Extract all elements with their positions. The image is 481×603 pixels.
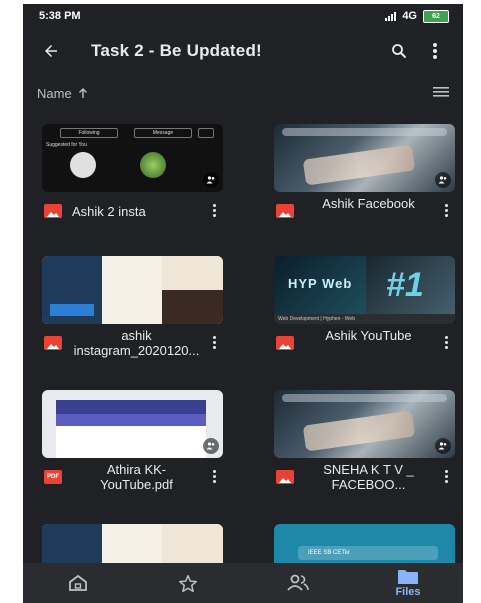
thumb-ieee-text: IEEE SB CETkr xyxy=(298,546,438,560)
image-file-icon xyxy=(276,204,294,218)
shared-badge xyxy=(435,172,451,188)
status-icons: 4G 62 xyxy=(385,9,449,23)
pdf-file-icon: PDF xyxy=(44,470,62,484)
file-more-button[interactable] xyxy=(213,336,217,351)
file-more-button[interactable] xyxy=(445,470,449,485)
image-file-icon xyxy=(44,336,62,350)
app-bar: Task 2 - Be Updated! xyxy=(23,28,463,74)
sort-by-name-button[interactable]: Name xyxy=(37,86,88,101)
sort-label: Name xyxy=(37,85,72,101)
file-card-footer: Ashik Facebook xyxy=(274,192,455,234)
status-time: 5:38 PM xyxy=(39,10,81,22)
file-thumbnail[interactable] xyxy=(42,256,223,324)
file-card-footer: Ashik YouTube xyxy=(274,324,455,366)
folder-icon xyxy=(398,569,418,584)
file-card-footer: Ashik 2 insta xyxy=(42,192,223,234)
back-arrow-icon xyxy=(45,45,57,57)
shared-badge xyxy=(203,438,219,454)
nav-files[interactable]: Files xyxy=(378,563,438,603)
file-thumbnail[interactable] xyxy=(274,390,455,458)
search-button[interactable] xyxy=(381,33,417,69)
file-card-footer: PDF Athira KK-YouTube.pdf xyxy=(42,458,223,500)
people-icon xyxy=(206,176,215,184)
people-icon xyxy=(438,442,447,450)
thumb-caption: Web Development | Hyphen - Web xyxy=(274,314,455,324)
thumb-following-label: Following xyxy=(60,128,118,138)
nav-starred[interactable] xyxy=(158,563,218,603)
back-button[interactable] xyxy=(33,33,69,69)
image-file-icon xyxy=(276,336,294,350)
bottom-navigation: Files xyxy=(23,563,463,603)
people-icon xyxy=(438,176,447,184)
people-icon xyxy=(206,442,215,450)
battery-level: 62 xyxy=(432,12,440,20)
thumb-suggested-label: Suggested for You xyxy=(46,142,87,148)
folder-title: Task 2 - Be Updated! xyxy=(91,41,262,60)
file-card[interactable]: PDF Athira KK-YouTube.pdf xyxy=(42,390,223,500)
image-file-icon xyxy=(276,470,294,484)
list-view-icon xyxy=(433,86,449,97)
file-name: Ashik YouTube xyxy=(325,328,412,343)
search-icon xyxy=(392,44,406,58)
file-card[interactable]: Following Message Suggested for You Ashi… xyxy=(42,124,223,234)
thumb-headline: HYP Web xyxy=(288,276,353,291)
file-thumbnail[interactable]: HYP Web #1 Web Development | Hyphen - We… xyxy=(274,256,455,324)
more-vert-icon xyxy=(433,43,437,59)
file-more-button[interactable] xyxy=(213,470,217,485)
list-view-button[interactable] xyxy=(433,86,449,101)
more-options-button[interactable] xyxy=(417,33,453,69)
signal-icon xyxy=(385,11,397,21)
battery-icon: 62 xyxy=(423,9,449,23)
file-card[interactable]: ashik instagram_2020120... xyxy=(42,256,223,366)
shared-badge xyxy=(203,172,219,188)
file-name: ashik instagram_2020120... xyxy=(73,328,200,358)
shared-badge xyxy=(435,438,451,454)
file-card[interactable]: SNEHA K T V _ FACEBOO... xyxy=(274,390,455,500)
file-card-footer: SNEHA K T V _ FACEBOO... xyxy=(274,458,455,500)
thumb-message-label: Message xyxy=(134,128,192,138)
file-name: SNEHA K T V _ FACEBOO... xyxy=(323,462,414,492)
nav-home[interactable] xyxy=(48,563,108,603)
sort-bar: Name xyxy=(23,80,463,106)
thumb-avatar xyxy=(70,152,96,178)
network-type: 4G xyxy=(402,10,417,22)
file-more-button[interactable] xyxy=(445,336,449,351)
image-file-icon xyxy=(44,204,62,218)
file-card[interactable]: Ashik Facebook xyxy=(274,124,455,234)
star-icon xyxy=(178,574,198,592)
file-card[interactable]: HYP Web #1 Web Development | Hyphen - We… xyxy=(274,256,455,366)
arrow-up-icon xyxy=(78,87,87,98)
file-thumbnail[interactable] xyxy=(42,390,223,458)
file-more-button[interactable] xyxy=(445,204,449,219)
file-name: Ashik 2 insta xyxy=(72,204,146,219)
status-bar: 5:38 PM 4G 62 xyxy=(23,4,463,28)
file-more-button[interactable] xyxy=(213,204,217,219)
phone-screen: 5:38 PM 4G 62 Task 2 - Be Updated! Name … xyxy=(23,4,463,603)
shared-people-icon xyxy=(287,574,309,591)
file-card-footer: ashik instagram_2020120... xyxy=(42,324,223,366)
thumb-avatar xyxy=(140,152,166,178)
home-icon xyxy=(69,574,87,591)
file-name: Athira KK-YouTube.pdf xyxy=(100,462,173,492)
file-name: Ashik Facebook xyxy=(322,196,415,211)
nav-files-label: Files xyxy=(395,585,421,598)
file-thumbnail[interactable] xyxy=(274,124,455,192)
file-thumbnail[interactable]: Following Message Suggested for You xyxy=(42,124,223,192)
nav-shared[interactable] xyxy=(268,563,328,603)
